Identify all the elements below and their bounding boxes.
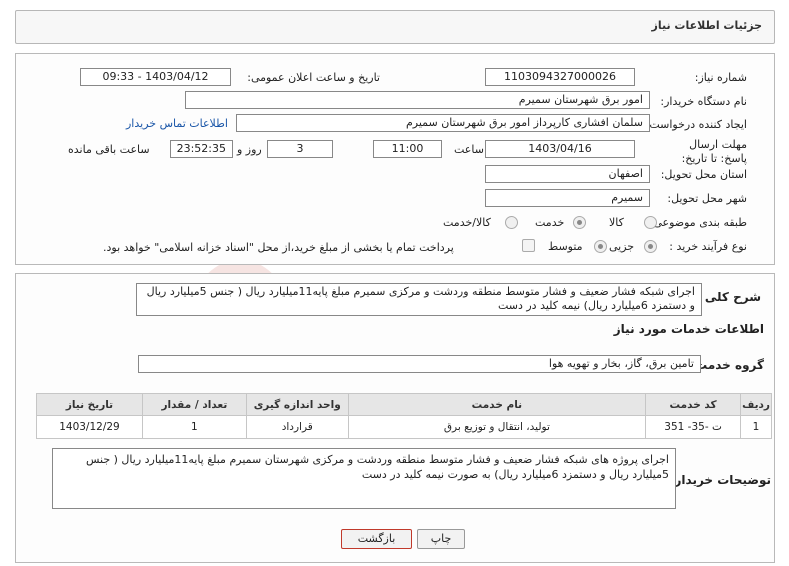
need-number-field: 1103094327000026 (485, 68, 635, 86)
need-number-label: شماره نیاز: (694, 71, 747, 84)
service-group-field: تامین برق، گاز، بخار و تهویه هوا (138, 355, 701, 373)
buyer-contact-link[interactable]: اطلاعات تماس خریدار (126, 117, 228, 130)
process-radio-minor[interactable] (644, 240, 657, 253)
category-option-goods-service: کالا/خدمت (443, 216, 491, 229)
cell-need-date: 1403/12/29 (36, 415, 143, 439)
deadline-date-field: 1403/04/16 (485, 140, 635, 158)
treasury-payment-checkbox[interactable] (522, 239, 535, 252)
category-label: طبقه بندی موضوعی: (649, 216, 747, 229)
process-option-medium: متوسط (548, 240, 583, 253)
col-unit: واحد اندازه گیری (245, 393, 349, 416)
buyer-notes-label: توضیحات خریدار: (669, 473, 771, 487)
cell-row: 1 (740, 415, 772, 439)
announce-field: 1403/04/12 - 09:33 (80, 68, 231, 86)
city-field: سمیرم (485, 189, 650, 207)
buyer-notes-textarea[interactable]: اجرای پروژه های شبکه فشار ضعیف و فشار مت… (52, 448, 676, 509)
deadline-time-field: 11:00 (373, 140, 442, 158)
cell-service-name: تولید، انتقال و توزیع برق (347, 415, 647, 439)
back-button[interactable]: بازگشت (341, 529, 412, 549)
cell-service-code: ت -35- 351 (645, 415, 742, 439)
table-row: 1 ت -35- 351 تولید، انتقال و توزیع برق ق… (36, 415, 772, 439)
services-table: ردیف کد خدمت نام خدمت واحد اندازه گیری ت… (36, 393, 772, 439)
category-option-goods: کالا (609, 216, 624, 229)
col-need-date: تاریخ نیاز (36, 393, 143, 416)
buyer-org-label: نام دستگاه خریدار: (660, 95, 747, 108)
process-option-minor: جزیی (609, 240, 635, 253)
col-row: ردیف (740, 393, 772, 416)
remaining-label: ساعت باقی مانده (68, 143, 150, 156)
col-quantity: تعداد / مقدار (141, 393, 247, 416)
province-label: استان محل تحویل: (660, 168, 747, 181)
category-option-service: خدمت (535, 216, 565, 229)
cell-unit: قرارداد (245, 415, 349, 439)
buyer-org-field: امور برق شهرستان سمیرم (185, 91, 650, 109)
creator-field: سلمان افشاری کارپرداز امور برق شهرستان س… (236, 114, 650, 132)
category-radio-service[interactable] (573, 216, 586, 229)
announce-label: تاریخ و ساعت اعلان عمومی: (247, 71, 380, 84)
services-section-title: اطلاعات خدمات مورد نیاز (613, 322, 764, 336)
service-group-label: گروه خدمت: (690, 358, 764, 372)
cell-quantity: 1 (141, 415, 247, 439)
process-label: نوع فرآیند خرید : (669, 240, 747, 253)
city-label: شهر محل تحویل: (667, 192, 747, 205)
col-service-code: کد خدمت (645, 393, 742, 416)
treasury-payment-note: پرداخت تمام یا بخشی از مبلغ خرید،از محل … (103, 241, 454, 254)
page-header: جزئیات اطلاعات نیاز (15, 10, 775, 44)
process-radio-medium[interactable] (594, 240, 607, 253)
creator-label: ایجاد کننده درخواست: (645, 118, 747, 131)
summary-textarea[interactable]: اجرای شبکه فشار ضعیف و فشار متوسط منطقه … (136, 283, 702, 316)
days-remaining-field: 3 (267, 140, 333, 158)
services-table-header: ردیف کد خدمت نام خدمت واحد اندازه گیری ت… (36, 393, 772, 416)
print-button[interactable]: چاپ (417, 529, 465, 549)
category-radio-goods[interactable] (644, 216, 657, 229)
deadline-time-label: ساعت (454, 143, 484, 156)
province-field: اصفهان (485, 165, 650, 183)
page-title: جزئیات اطلاعات نیاز (651, 19, 763, 32)
deadline-label: مهلت ارسال پاسخ: تا تاریخ: (681, 138, 747, 165)
col-service-name: نام خدمت (347, 393, 647, 416)
category-radio-goods-service[interactable] (505, 216, 518, 229)
remaining-time-field: 23:52:35 (170, 140, 233, 158)
days-label: روز و (237, 143, 262, 156)
